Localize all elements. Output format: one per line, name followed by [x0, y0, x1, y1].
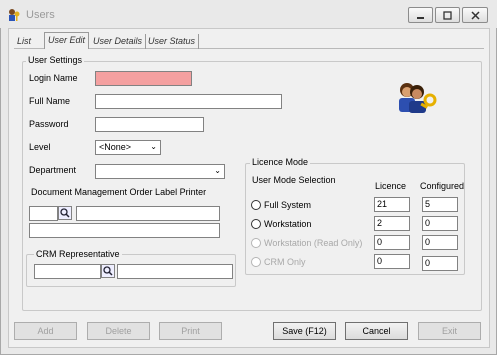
full-name-input[interactable]: [95, 94, 282, 109]
printer-description-input[interactable]: [29, 223, 220, 238]
workstation-label: Workstation: [264, 219, 312, 229]
licence-header: Licence: [375, 181, 407, 191]
workstation-readonly-label: Workstation (Read Only): [264, 238, 363, 248]
save-button[interactable]: Save (F12): [273, 322, 336, 340]
chevron-down-icon: ⌄: [214, 166, 221, 175]
magnifier-icon: [103, 266, 113, 276]
exit-button[interactable]: Exit: [418, 322, 481, 340]
workstation-licence: 2: [374, 216, 410, 231]
tab-label: User Edit: [48, 35, 86, 45]
workstation-readonly-licence: 0: [374, 235, 410, 250]
delete-button[interactable]: Delete: [87, 322, 150, 340]
crm-only-licence: 0: [374, 254, 410, 269]
user-mode-selection-label: User Mode Selection: [252, 175, 336, 185]
tab-label: List: [17, 36, 32, 46]
cancel-button[interactable]: Cancel: [345, 322, 408, 340]
crm-name-input[interactable]: [117, 264, 233, 279]
tab-list[interactable]: List: [14, 34, 34, 49]
crm-only-radio[interactable]: [251, 257, 261, 267]
workstation-radio[interactable]: [251, 219, 261, 229]
printer-name-input[interactable]: [76, 206, 220, 221]
configured-header: Configured: [420, 181, 465, 191]
minimize-icon: [417, 16, 424, 19]
department-select[interactable]: ⌄: [95, 164, 225, 179]
crm-code-input[interactable]: [34, 264, 101, 279]
user-settings-label: User Settings: [26, 55, 85, 65]
minimize-button[interactable]: [408, 7, 433, 23]
department-label: Department: [29, 165, 77, 175]
password-label: Password: [29, 119, 69, 129]
users-with-key-icon: [399, 83, 437, 113]
crm-only-configured: 0: [422, 256, 458, 271]
tab-user-edit[interactable]: User Edit: [44, 32, 90, 49]
full-name-label: Full Name: [29, 96, 71, 106]
chevron-down-icon: ⌄: [150, 142, 157, 151]
printer-code-input[interactable]: [29, 206, 58, 221]
crm-lookup-button[interactable]: [101, 264, 115, 278]
level-select[interactable]: <None> ⌄: [95, 140, 161, 155]
login-name-input[interactable]: [95, 71, 192, 86]
maximize-icon: [443, 10, 452, 20]
doc-printer-label: Document Management Order Label Printer: [31, 187, 207, 197]
login-name-label: Login Name: [29, 73, 78, 83]
close-icon: [470, 10, 480, 20]
close-button[interactable]: [462, 7, 488, 23]
licence-mode-label: Licence Mode: [250, 157, 311, 167]
magnifier-icon: [60, 208, 70, 218]
tab-user-status[interactable]: User Status: [145, 34, 200, 49]
level-label: Level: [29, 142, 51, 152]
workstation-configured: 0: [422, 216, 458, 231]
tab-user-details[interactable]: User Details: [90, 34, 147, 49]
crm-only-label: CRM Only: [264, 257, 306, 267]
level-value: <None>: [99, 142, 132, 152]
workstation-readonly-radio[interactable]: [251, 238, 261, 248]
full-system-licence: 21: [374, 197, 410, 212]
window-title: Users: [26, 9, 55, 21]
full-system-radio[interactable]: [251, 200, 261, 210]
users-keys-icon: [9, 9, 20, 21]
full-system-configured: 5: [422, 197, 458, 212]
add-button[interactable]: Add: [14, 322, 77, 340]
tab-label: User Status: [148, 36, 196, 46]
printer-lookup-button[interactable]: [58, 206, 72, 220]
full-system-label: Full System: [264, 200, 312, 210]
password-input[interactable]: [95, 117, 204, 132]
workstation-readonly-configured: 0: [422, 235, 458, 250]
maximize-button[interactable]: [435, 7, 460, 23]
tab-label: User Details: [93, 36, 143, 46]
crm-label: CRM Representative: [34, 249, 122, 259]
print-button[interactable]: Print: [159, 322, 222, 340]
